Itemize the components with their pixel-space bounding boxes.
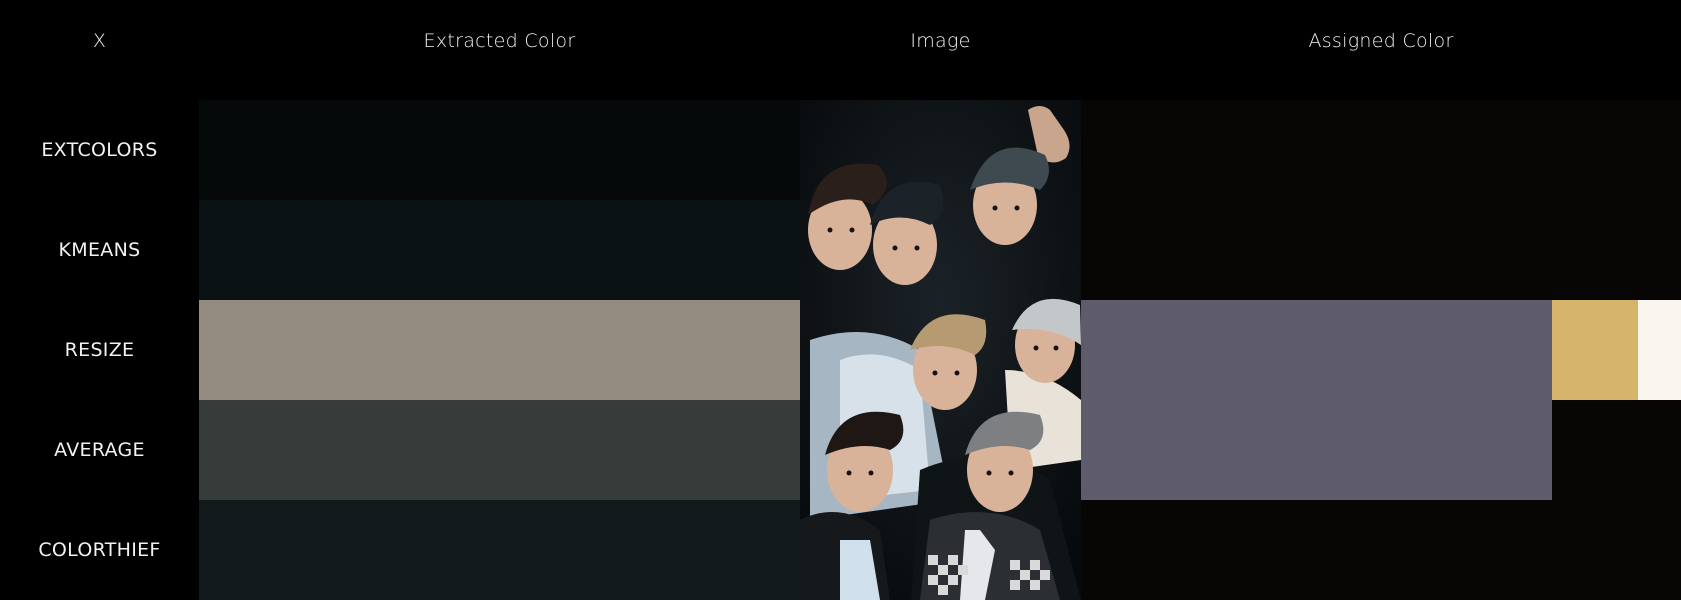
group-photo bbox=[800, 100, 1081, 600]
row-label-average: AVERAGE bbox=[54, 439, 145, 461]
header-extracted-color: Extracted Color bbox=[423, 30, 576, 52]
assigned-color-swatch-colorthief bbox=[1081, 500, 1681, 600]
extracted-color-swatch-resize bbox=[199, 300, 800, 400]
extracted-color-swatch-colorthief bbox=[199, 500, 800, 600]
extracted-color-swatch-average bbox=[199, 400, 800, 500]
assigned-color-swatch-kmeans bbox=[1081, 200, 1681, 300]
extracted-color-swatch-extcolors bbox=[199, 100, 800, 200]
extracted-color-swatch-kmeans bbox=[199, 200, 800, 300]
assigned-color-swatch-resize-2 bbox=[1552, 300, 1638, 400]
table-header: X Extracted Color Image Assigned Color bbox=[0, 0, 1681, 100]
assigned-color-swatch-resize-3 bbox=[1638, 300, 1681, 400]
row-label-colorthief: COLORTHIEF bbox=[38, 539, 161, 561]
header-image: Image bbox=[910, 30, 971, 52]
header-x: X bbox=[92, 30, 107, 52]
row-label-extcolors: EXTCOLORS bbox=[41, 139, 158, 161]
row-label-kmeans: KMEANS bbox=[58, 239, 141, 261]
row-label-resize: RESIZE bbox=[64, 339, 135, 361]
assigned-color-swatch-average-1 bbox=[1081, 400, 1552, 500]
assigned-color-swatch-average-2 bbox=[1552, 400, 1681, 500]
header-assigned-color: Assigned Color bbox=[1308, 30, 1454, 52]
assigned-color-swatch-resize-1 bbox=[1081, 300, 1552, 400]
assigned-color-swatch-extcolors bbox=[1081, 100, 1681, 200]
